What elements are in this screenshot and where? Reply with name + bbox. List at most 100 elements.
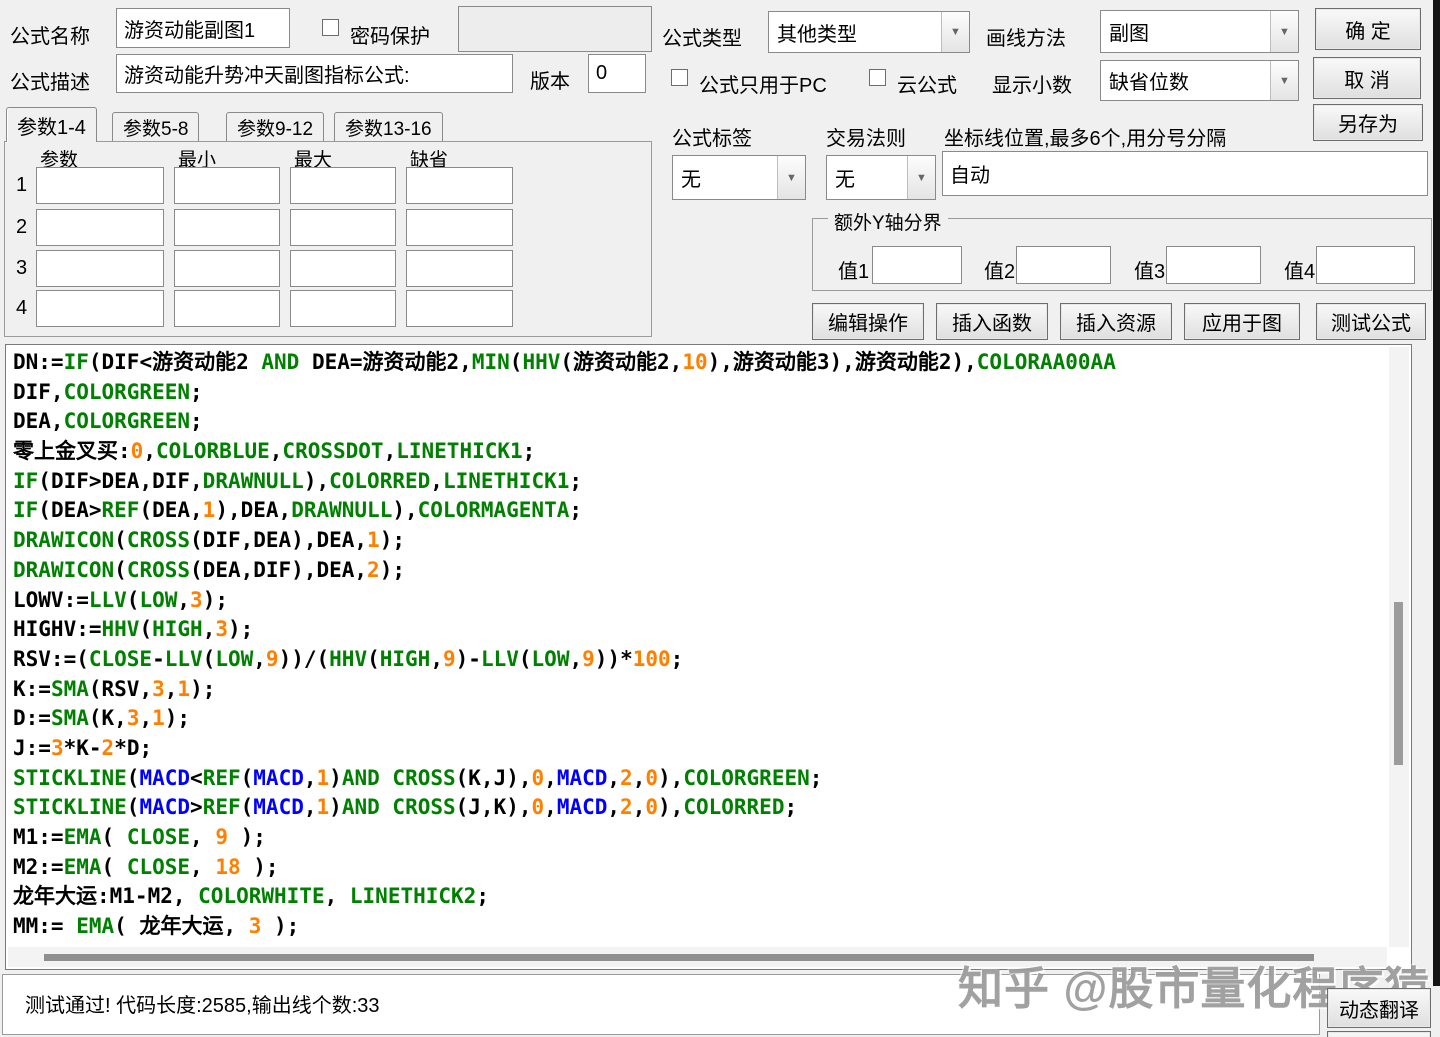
param-input-r4c1[interactable] [36,290,164,327]
code-token: 3 [126,706,140,731]
param-input-r4c2[interactable] [174,290,280,327]
code-token: 3 [248,914,262,939]
code-token: LLV [480,646,519,671]
code-token: *D; [114,735,153,760]
param-input-r2c3[interactable] [290,209,396,246]
code-token: HHV [329,646,368,671]
code-token: REF [101,498,140,523]
save-as-button[interactable]: 另存为 [1313,104,1423,141]
code-line-5: IF(DIF>DEA,DIF,DRAWNULL),COLORRED,LINETH… [13,467,1367,497]
yaxis-value3-input[interactable] [1166,246,1261,284]
chevron-down-icon[interactable]: ▼ [941,12,969,52]
param-input-r1c1[interactable] [36,167,164,204]
code-token: 9 [582,646,595,671]
param-input-r1c3[interactable] [290,167,396,204]
code-token: IF [13,468,39,493]
param-input-r1c2[interactable] [174,167,280,204]
yaxis-value2-input[interactable] [1016,246,1111,284]
cancel-button[interactable]: 取 消 [1313,57,1421,99]
code-token: ( [367,646,380,671]
insert-resource-button[interactable]: 插入资源 [1060,303,1172,340]
partial-bottom-button[interactable] [1327,1031,1431,1037]
pc-only-checkbox[interactable] [671,69,688,86]
vertical-scrollbar[interactable] [1389,347,1409,947]
tab-param-2[interactable]: 参数5-8 [112,112,200,141]
edit-ops-button[interactable]: 编辑操作 [812,303,924,340]
formula-tag-combo[interactable]: 无 ▼ [672,155,806,200]
code-line-18: M2:=EMA( CLOSE, 18 ); [13,853,1367,883]
formula-type-combo[interactable]: 其他类型 ▼ [768,11,970,53]
code-token: (K,J), [455,765,532,790]
code-token: 1 [367,528,380,553]
formula-desc-input[interactable]: 游资动能升势冲天副图指标公式: [116,54,513,93]
code-token: ); [227,825,266,849]
code-token: , [164,676,178,701]
param-input-r4c4[interactable] [406,290,513,327]
code-token: ))* [594,646,633,671]
yaxis-value1-input[interactable] [872,246,962,284]
formula-name-label: 公式名称 [10,26,90,48]
code-token: COLORGREEN [63,409,191,434]
code-token: , [607,765,621,790]
version-input[interactable]: 0 [588,54,646,93]
code-token: 2 [367,557,380,582]
param-input-r4c3[interactable] [290,290,396,327]
code-token: ( [202,646,216,671]
param-input-r2c2[interactable] [174,209,280,246]
code-token: CROSS [392,795,456,820]
code-token: ); [202,587,228,612]
code-token: IF [63,350,89,374]
vertical-scrollbar-thumb[interactable] [1394,602,1403,765]
trade-rule-combo[interactable]: 无 ▼ [826,155,936,200]
code-token: 龙年大运:M1-M2, [13,884,199,909]
cloud-formula-checkbox[interactable] [869,69,886,86]
insert-function-button[interactable]: 插入函数 [936,303,1048,340]
param-input-r3c1[interactable] [36,250,164,287]
chevron-down-icon[interactable]: ▼ [907,156,935,199]
chevron-down-icon[interactable]: ▼ [1270,61,1298,100]
code-lines: DN:=IF(DIF<游资动能2 AND DEA=游资动能2,MIN(HHV(游… [13,348,1367,942]
code-token: (DIF,DEA),DEA, [190,528,368,553]
code-token: ( [126,587,140,612]
param-input-r3c3[interactable] [290,250,396,287]
password-protect-checkbox[interactable] [322,19,339,36]
decimal-display-combo[interactable]: 缺省位数 ▼ [1100,60,1299,101]
version-label: 版本 [530,71,570,93]
param-input-r1c4[interactable] [406,167,513,204]
param-input-r2c1[interactable] [36,209,164,246]
dynamic-translate-button[interactable]: 动态翻译 [1327,988,1431,1028]
code-token: 1 [316,765,330,790]
code-token: LINETHICK1 [442,468,570,493]
tab-param-1[interactable]: 参数1-4 [6,107,97,142]
param-input-r3c4[interactable] [406,250,513,287]
code-line-13: D:=SMA(K,3,1); [13,704,1367,734]
code-token: - [152,646,165,671]
code-token: MACD [253,795,304,820]
ok-button[interactable]: 确 定 [1315,8,1421,50]
code-token: , [190,825,216,849]
param-input-r3c2[interactable] [174,250,280,287]
formula-code-editor[interactable]: DN:=IF(DIF<游资动能2 AND DEA=游资动能2,MIN(HHV(游… [5,344,1412,970]
param-input-r2c4[interactable] [406,209,513,246]
coordline-input[interactable]: 自动 [942,151,1428,196]
yaxis-value4-input[interactable] [1316,246,1415,284]
chevron-down-icon[interactable]: ▼ [1270,11,1298,52]
password-input[interactable] [458,6,652,52]
code-token: (DIF<游资动能2 [88,350,262,374]
code-token: ; [809,765,823,790]
tab-param-4[interactable]: 参数13-16 [334,112,443,141]
draw-method-combo[interactable]: 副图 ▼ [1100,10,1299,53]
formula-name-input[interactable]: 游资动能副图1 [116,8,290,48]
code-token: 0 [130,439,144,464]
tab-param-3[interactable]: 参数9-12 [226,112,325,141]
code-token: ( [114,528,127,553]
chevron-down-icon[interactable]: ▼ [777,156,805,199]
code-token: 3 [190,587,203,612]
code-token: , [383,439,397,464]
test-formula-button[interactable]: 测试公式 [1316,303,1426,340]
apply-to-chart-button[interactable]: 应用于图 [1184,303,1300,340]
code-line-10: HIGHV:=HHV(HIGH,3); [13,615,1367,645]
yaxis-field-label: 值1 [838,261,870,283]
code-token: , [202,617,216,642]
code-token: ); [379,557,405,582]
